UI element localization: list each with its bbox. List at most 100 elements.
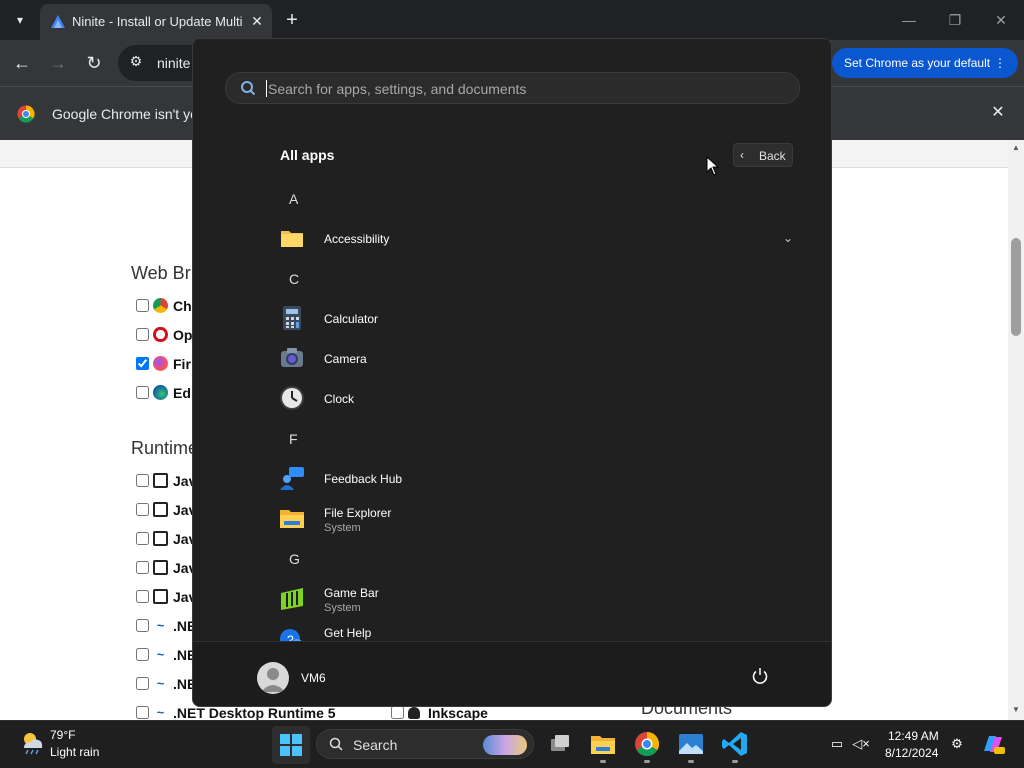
more-menu-icon[interactable]: ⋮ (994, 48, 1006, 78)
network-volume-icon[interactable]: ◁× (852, 735, 870, 753)
infobar-text: Google Chrome isn't you (52, 106, 206, 122)
site-info-icon[interactable]: ⚙ (126, 53, 146, 73)
reload-icon[interactable]: ↻ (82, 51, 106, 75)
running-indicator (688, 760, 694, 763)
infobar-close-button[interactable]: ✕ (988, 103, 1008, 123)
runtime-checkbox[interactable] (136, 706, 149, 719)
app-label: Ch (173, 298, 192, 314)
app-clock[interactable]: Clock (279, 381, 799, 417)
feedback-hub-icon (280, 467, 304, 490)
chevron-down-icon[interactable]: ⌄ (783, 231, 793, 245)
tab-title: Ninite - Install or Update Multip (72, 14, 242, 29)
app-subtitle: System (324, 522, 361, 534)
runtime-checkbox[interactable] (136, 648, 149, 661)
page-scrollbar[interactable] (1008, 140, 1024, 720)
start-footer: VM6 (193, 641, 831, 706)
runtime-checkbox[interactable] (136, 561, 149, 574)
new-tab-button[interactable]: + (282, 8, 302, 32)
app-file-explorer[interactable]: File Explorer System (279, 501, 799, 537)
start-menu: Search for apps, settings, and documents… (192, 38, 832, 707)
tab-close-button[interactable]: ✕ (248, 12, 266, 30)
text-caret (266, 80, 267, 97)
user-avatar-icon[interactable] (257, 662, 289, 694)
app-feedback-hub[interactable]: Feedback Hub (279, 461, 799, 497)
section-heading-web-browsers: Web Br (131, 263, 191, 283)
ninite-favicon-icon (51, 15, 65, 28)
app-calculator[interactable]: Calculator (279, 301, 799, 337)
maximize-button[interactable]: ❐ (940, 8, 970, 32)
search-placeholder: Search for apps, settings, and documents (268, 81, 527, 97)
forward-arrow-icon[interactable]: → (46, 51, 70, 75)
letter-header-f[interactable]: F (289, 431, 298, 447)
app-name: Get Help (324, 626, 372, 640)
java-icon (153, 502, 168, 517)
vscode-icon[interactable] (720, 729, 750, 759)
firefox-icon (153, 356, 168, 371)
runtime-checkbox[interactable] (136, 474, 149, 487)
display-icon[interactable]: ▭ (828, 735, 846, 753)
tab-search-button[interactable]: ▾ (8, 8, 32, 32)
clock-date[interactable]: 8/12/2024 (885, 746, 938, 760)
weather-rain-icon[interactable] (20, 730, 44, 756)
dotnet-icon: ~ (156, 618, 165, 633)
notification-icon[interactable]: ⚙ (948, 735, 966, 753)
letter-header-c[interactable]: C (289, 271, 299, 287)
app-camera[interactable]: Camera (279, 341, 799, 377)
runtime-checkbox[interactable] (136, 532, 149, 545)
start-button[interactable] (272, 726, 310, 764)
firefox-checkbox[interactable] (136, 357, 149, 370)
task-view-icon[interactable] (545, 729, 575, 759)
app-accessibility[interactable]: Accessibility ⌄ (279, 221, 799, 257)
minimize-button[interactable]: — (894, 8, 924, 32)
taskbar-search-label: Search (353, 737, 398, 753)
runtime-checkbox[interactable] (136, 677, 149, 690)
app-game-bar[interactable]: Game Bar System (279, 581, 799, 617)
taskbar-search[interactable]: Search (316, 729, 534, 759)
opera-checkbox[interactable] (136, 328, 149, 341)
runtime-checkbox[interactable] (136, 619, 149, 632)
app-name: Camera (324, 352, 367, 366)
file-explorer-icon (280, 510, 304, 528)
back-label: Back (759, 149, 786, 163)
url-text[interactable]: ninite (157, 55, 190, 71)
letter-header-g[interactable]: G (289, 551, 300, 567)
app-label: .NET Desktop Runtime 5 (173, 705, 336, 721)
inkscape-checkbox[interactable] (391, 706, 404, 719)
back-button[interactable]: ‹ Back (733, 143, 793, 167)
java-icon (153, 531, 168, 546)
app-label: Op (173, 327, 193, 343)
start-search-input[interactable]: Search for apps, settings, and documents (225, 72, 800, 104)
photos-icon[interactable] (676, 729, 706, 759)
edge-checkbox[interactable] (136, 386, 149, 399)
runtime-checkbox[interactable] (136, 590, 149, 603)
chrome-logo-icon (17, 105, 35, 123)
weather-temperature[interactable]: 79°F (50, 728, 75, 742)
letter-header-a[interactable]: A (289, 191, 298, 207)
app-label: Inkscape (428, 705, 488, 721)
file-explorer-icon[interactable] (588, 729, 618, 759)
back-arrow-icon[interactable]: ← (10, 51, 34, 75)
java-icon (153, 560, 168, 575)
camera-icon (281, 348, 303, 367)
tab-strip: ▾ Ninite - Install or Update Multip ✕ + … (0, 0, 1024, 40)
user-name[interactable]: VM6 (301, 671, 326, 685)
power-icon[interactable] (751, 667, 769, 685)
scroll-thumb[interactable] (1011, 238, 1021, 336)
copilot-icon[interactable] (980, 731, 1006, 757)
weather-description[interactable]: Light rain (50, 745, 99, 759)
app-name: Accessibility (324, 232, 390, 246)
set-default-button[interactable]: Set Chrome as your default ⋮ (832, 48, 1018, 78)
tab-ninite[interactable]: Ninite - Install or Update Multip ✕ (40, 4, 272, 40)
app-label: Ed (173, 385, 191, 401)
chrome-checkbox[interactable] (136, 299, 149, 312)
dotnet-icon: ~ (156, 647, 165, 662)
chevron-left-icon: ‹ (740, 148, 744, 162)
runtime-checkbox[interactable] (136, 503, 149, 516)
search-icon (241, 81, 256, 96)
all-apps-title: All apps (280, 147, 335, 163)
close-window-button[interactable]: ✕ (986, 8, 1016, 32)
chrome-icon[interactable] (632, 729, 662, 759)
scroll-up-icon[interactable]: ▲ (1010, 143, 1022, 155)
clock-time[interactable]: 12:49 AM (888, 729, 939, 743)
scroll-down-icon[interactable]: ▼ (1010, 705, 1022, 717)
